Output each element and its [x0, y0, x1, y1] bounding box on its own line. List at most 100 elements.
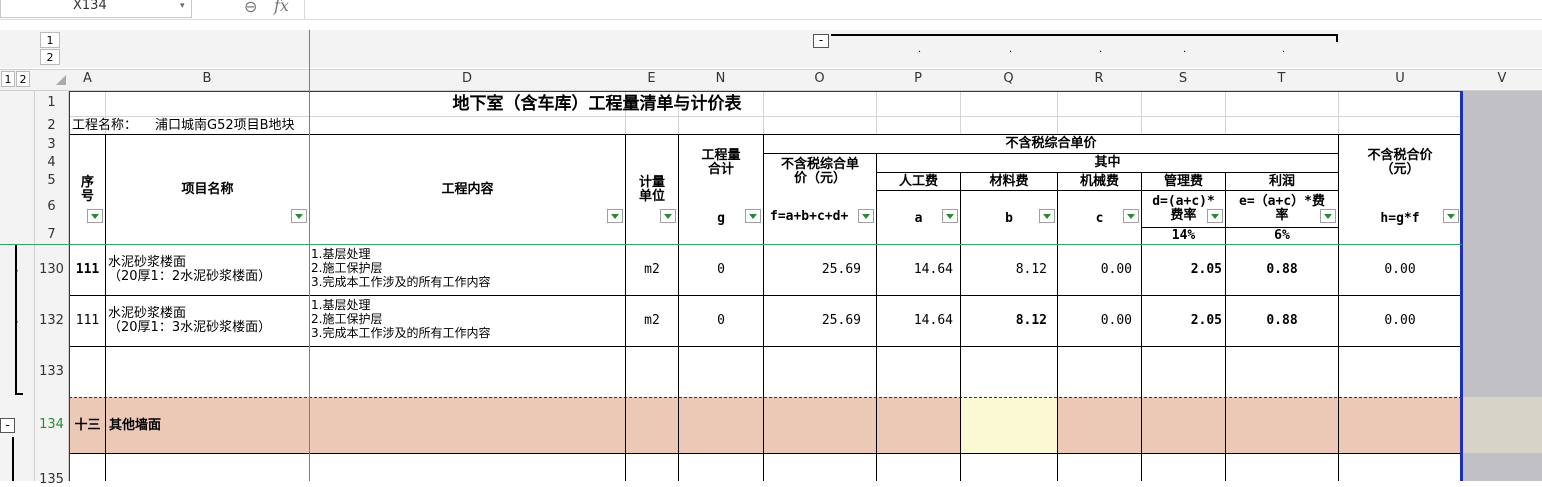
column-level-2-button[interactable]: 2 — [40, 49, 60, 65]
row-level-2-button[interactable]: 2 — [16, 71, 30, 87]
header-quantity-total[interactable]: 工程量 合计 — [679, 145, 763, 181]
header-f-formula[interactable]: f=a+b+c+d+ — [764, 208, 860, 226]
zoom-icon[interactable]: ⊖ — [244, 0, 257, 16]
collapse-row-group-button[interactable]: - — [0, 418, 15, 433]
column-header-v[interactable]: V — [1462, 71, 1542, 86]
column-header-p[interactable]: P — [876, 71, 960, 86]
header-mgmt-rate[interactable]: 14% — [1142, 228, 1225, 244]
cell-seq[interactable]: 111 — [70, 245, 105, 295]
row-header[interactable]: 2 — [34, 118, 69, 133]
column-header-b[interactable]: B — [105, 71, 309, 86]
gridline — [960, 91, 961, 134]
cell-labor[interactable]: 14.64 — [877, 296, 953, 346]
filter-dropdown-icon[interactable] — [942, 209, 958, 223]
row-header[interactable]: 4 — [34, 155, 69, 170]
filter-dropdown-icon[interactable] — [87, 209, 103, 223]
cell-seq[interactable]: 111 — [70, 296, 105, 346]
cell-unit-price[interactable]: 25.69 — [764, 245, 861, 295]
header-profit[interactable]: 利润 — [1226, 173, 1338, 190]
cell-unit[interactable]: m2 — [626, 245, 678, 295]
header-work-content[interactable]: 工程内容 — [310, 180, 625, 200]
cell-total-price[interactable]: 0.00 — [1339, 296, 1461, 346]
filter-dropdown-icon[interactable] — [607, 209, 623, 223]
column-header-t[interactable]: T — [1225, 71, 1338, 86]
filter-dropdown-icon[interactable] — [1123, 209, 1139, 223]
filter-dropdown-icon[interactable] — [291, 209, 307, 223]
column-header-a[interactable]: A — [70, 71, 105, 86]
cell-qty[interactable]: 0 — [679, 245, 763, 295]
row-header[interactable]: 133 — [34, 364, 69, 379]
row-group-bracket-end — [15, 393, 23, 395]
row-header-selected[interactable]: 134 — [34, 417, 69, 432]
column-group-bracket — [831, 34, 1337, 36]
filter-dropdown-icon[interactable] — [858, 209, 874, 223]
cell-unit[interactable]: m2 — [626, 296, 678, 346]
filter-dropdown-icon[interactable] — [1039, 209, 1055, 223]
header-unit[interactable]: 计量 单位 — [626, 172, 678, 208]
filter-dropdown-icon[interactable] — [1320, 209, 1336, 223]
header-material[interactable]: 材料费 — [961, 173, 1057, 190]
header-unit-price[interactable]: 不含税综合单 价（元） — [764, 154, 876, 190]
filter-dropdown-icon[interactable] — [1443, 209, 1459, 223]
cell-profit[interactable]: 0.88 — [1226, 245, 1338, 295]
cell-material[interactable]: 8.12 — [961, 296, 1047, 346]
cell-labor[interactable]: 14.64 — [877, 245, 953, 295]
cell-machine[interactable]: 0.00 — [1058, 245, 1132, 295]
project-label[interactable]: 工程名称： — [72, 117, 150, 135]
cell-mgmt[interactable]: 2.05 — [1142, 296, 1222, 346]
row-header[interactable]: 7 — [34, 227, 69, 242]
header-total-price[interactable]: 不含税合价 （元） — [1339, 145, 1461, 181]
column-header-s[interactable]: S — [1141, 71, 1225, 86]
section-seq[interactable]: 十三 — [70, 398, 105, 453]
cell-work-content[interactable]: 1.基层处理 2.施工保护层 3.完成本工作涉及的所有工作内容 — [311, 245, 625, 295]
sheet-title[interactable]: 地下室（含车库）工程量清单与计价表 — [309, 92, 885, 116]
selected-cell[interactable] — [960, 397, 1057, 453]
chevron-down-icon[interactable]: ▾ — [180, 1, 185, 11]
cell-profit[interactable]: 0.88 — [1226, 296, 1338, 346]
cell-item-name[interactable]: 水泥砂浆楼面 （20厚1：3水泥砂浆楼面） — [108, 296, 309, 346]
column-header-n[interactable]: N — [678, 71, 763, 86]
column-header-o[interactable]: O — [763, 71, 876, 86]
cell-qty[interactable]: 0 — [679, 296, 763, 346]
header-seq[interactable]: 序 号 — [70, 172, 105, 208]
name-box[interactable]: X134 — [0, 0, 192, 18]
header-of-which[interactable]: 其中 — [877, 154, 1338, 172]
formula-input[interactable] — [304, 0, 1542, 19]
cell-total-price[interactable]: 0.00 — [1339, 245, 1461, 295]
header-unit-price-group[interactable]: 不含税综合单价 — [764, 135, 1338, 153]
column-header-e[interactable]: E — [625, 71, 678, 86]
row-header[interactable]: 3 — [34, 137, 69, 152]
filter-dropdown-icon[interactable] — [1207, 209, 1223, 223]
row-header[interactable]: 6 — [34, 199, 69, 214]
header-machine[interactable]: 机械费 — [1058, 173, 1141, 190]
header-mgmt[interactable]: 管理费 — [1142, 173, 1225, 190]
header-labor[interactable]: 人工费 — [877, 173, 960, 190]
collapse-column-group-button[interactable]: - — [813, 34, 829, 48]
cell-unit-price[interactable]: 25.69 — [764, 296, 861, 346]
row-header[interactable]: 1 — [34, 95, 69, 110]
row-header[interactable]: 130 — [34, 262, 69, 277]
cell-item-name[interactable]: 水泥砂浆楼面 （20厚1：2水泥砂浆楼面） — [108, 245, 309, 295]
fx-icon[interactable]: fx — [274, 0, 289, 15]
cell-material[interactable]: 8.12 — [961, 245, 1047, 295]
row-header[interactable]: 135 — [34, 472, 69, 487]
select-all-corner[interactable] — [56, 75, 66, 85]
section-name[interactable]: 其他墙面 — [109, 398, 309, 453]
column-header-u[interactable]: U — [1338, 71, 1462, 86]
cell-work-content[interactable]: 1.基层处理 2.施工保护层 3.完成本工作涉及的所有工作内容 — [311, 296, 625, 346]
row-header[interactable]: 5 — [34, 173, 69, 188]
header-item-name[interactable]: 项目名称 — [106, 180, 309, 200]
cell-mgmt[interactable]: 2.05 — [1142, 245, 1222, 295]
filter-dropdown-icon[interactable] — [660, 209, 676, 223]
column-header-q[interactable]: Q — [960, 71, 1057, 86]
project-name[interactable]: 浦口城南G52项目B地块 — [155, 117, 315, 135]
column-header-r[interactable]: R — [1057, 71, 1141, 86]
column-level-1-button[interactable]: 1 — [40, 32, 60, 48]
row-level-1-button[interactable]: 1 — [1, 71, 15, 87]
filter-dropdown-icon[interactable] — [745, 209, 761, 223]
cell-machine[interactable]: 0.00 — [1058, 296, 1132, 346]
gridline — [1338, 91, 1339, 134]
header-profit-rate[interactable]: 6% — [1226, 228, 1338, 244]
row-header[interactable]: 132 — [34, 313, 69, 328]
column-header-d[interactable]: D — [309, 71, 625, 86]
